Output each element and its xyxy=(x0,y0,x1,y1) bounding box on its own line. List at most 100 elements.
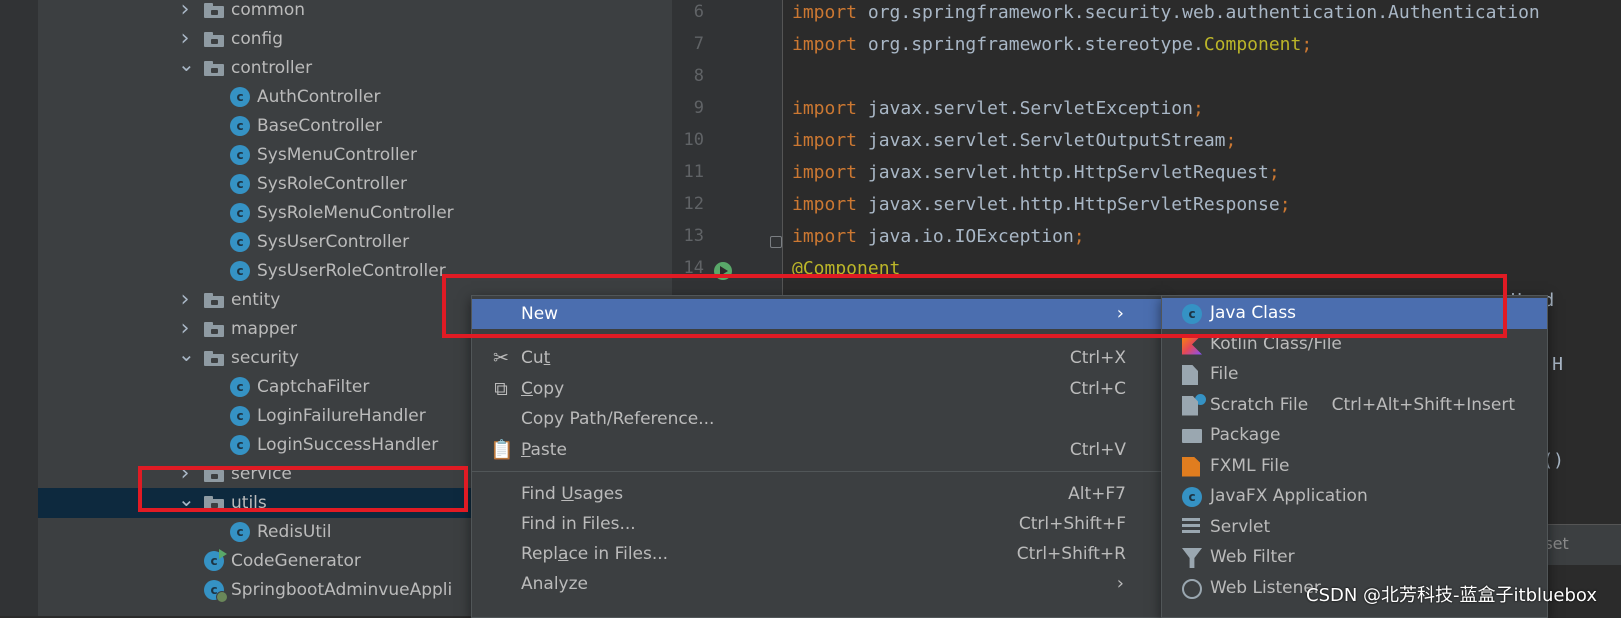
menu-item-find-in-files[interactable]: Find in Files... Ctrl+Shift+F xyxy=(472,509,1162,539)
submenu-item-kotlin-class-file[interactable]: Kotlin Class/File xyxy=(1162,329,1547,360)
menu-item-label: Copy xyxy=(521,374,564,404)
code-line: import javax.servlet.http.HttpServletRes… xyxy=(792,194,1291,215)
menu-item-label: Copy Path/Reference... xyxy=(521,404,714,434)
web-filter-icon xyxy=(1182,548,1202,568)
java-class-icon: c xyxy=(230,261,250,281)
tree-class-BaseController[interactable]: c BaseController xyxy=(0,111,672,141)
new-submenu: c Java Class Kotlin Class/File File Scratch … xyxy=(1161,295,1548,618)
java-class-icon: c xyxy=(230,406,250,426)
submenu-item-file[interactable]: File xyxy=(1162,359,1547,390)
label-part: ce in Files... xyxy=(568,544,669,564)
label-part: Analyze xyxy=(521,574,588,594)
label-part: sages xyxy=(573,484,624,504)
submenu-item-web-filter[interactable]: Web Filter xyxy=(1162,542,1547,573)
menu-separator xyxy=(472,334,1162,335)
menu-item-cut[interactable]: ✂ Cut Ctrl+X xyxy=(472,343,1162,373)
tree-item-label: SysUserRoleController xyxy=(257,261,446,281)
submenu-item-servlet[interactable]: Servlet xyxy=(1162,512,1547,543)
keyword-token: import xyxy=(792,226,858,247)
tree-folder-config[interactable]: › config xyxy=(0,24,672,54)
tree-class-SysUserRoleController[interactable]: c SysUserRoleController xyxy=(0,256,672,286)
chevron-down-icon[interactable]: ⌄ xyxy=(178,339,195,369)
submenu-item-label: Scratch File xyxy=(1210,394,1309,415)
java-class-icon: c xyxy=(1182,304,1202,324)
servlet-icon xyxy=(1182,517,1200,535)
tree-item-label: LoginSuccessHandler xyxy=(257,435,439,455)
tree-item-label: CodeGenerator xyxy=(231,551,361,571)
tree-folder-common[interactable]: › common xyxy=(0,0,672,25)
submenu-item-java-class[interactable]: c Java Class xyxy=(1162,298,1547,329)
chevron-down-icon[interactable]: ⌄ xyxy=(178,49,195,79)
folder-icon xyxy=(204,322,224,337)
tree-item-label: SysRoleMenuController xyxy=(257,203,454,223)
paste-icon: 📋 xyxy=(490,439,514,461)
submenu-arrow-icon: › xyxy=(1116,303,1124,324)
menu-item-label: Cut xyxy=(521,343,550,373)
menu-item-new[interactable]: New › xyxy=(472,299,1162,329)
class-token: Component xyxy=(1203,34,1302,55)
tree-class-SysRoleMenuController[interactable]: c SysRoleMenuController xyxy=(0,198,672,228)
folder-icon xyxy=(204,293,224,308)
line-number: 13 xyxy=(683,226,704,246)
java-class-icon: c xyxy=(230,435,250,455)
code-text: org.springframework.stereotype. xyxy=(867,34,1204,55)
label-part: Copy Path/Reference... xyxy=(521,409,715,429)
menu-item-find-usages[interactable]: Find Usages Alt+F7 xyxy=(472,479,1162,509)
file-icon xyxy=(1182,365,1198,385)
tree-class-SysRoleController[interactable]: c SysRoleController xyxy=(0,169,672,199)
fold-icon[interactable] xyxy=(770,236,782,248)
tree-item-label: BaseController xyxy=(257,116,383,136)
tree-item-label: SysMenuController xyxy=(257,145,418,165)
menu-item-paste[interactable]: 📋 Paste Ctrl+V xyxy=(472,435,1162,465)
menu-item-copy-path-reference[interactable]: Copy Path/Reference... xyxy=(472,404,1162,434)
tree-item-label: SpringbootAdminvueAppli xyxy=(231,580,453,600)
tree-item-label: mapper xyxy=(231,319,298,339)
menu-item-label: Replace in Files... xyxy=(521,539,668,569)
menu-item-copy[interactable]: ⧉ Copy Ctrl+C xyxy=(472,374,1162,404)
tree-item-label: security xyxy=(231,348,299,368)
semicolon-token: ; xyxy=(1225,130,1237,151)
run-gutter-icon[interactable] xyxy=(714,262,732,280)
tree-folder-controller[interactable]: ⌄ controller xyxy=(0,52,672,83)
folder-badge xyxy=(211,474,218,479)
code-text: javax.servlet.ServletOutputStream xyxy=(867,130,1226,151)
csdn-watermark: CSDN @北芳科技-蓝盒子itbluebox xyxy=(1306,585,1598,606)
keyword-token: import xyxy=(792,194,858,215)
menu-item-label: Find in Files... xyxy=(521,509,636,539)
tree-item-label: CaptchaFilter xyxy=(257,377,370,397)
java-class-icon: c xyxy=(230,203,250,223)
label-part: aste xyxy=(530,440,567,460)
label-part: Cu xyxy=(521,348,544,368)
java-class-icon: c xyxy=(230,232,250,252)
chevron-right-icon[interactable]: › xyxy=(178,0,192,25)
folder-icon xyxy=(204,32,224,47)
line-number: 6 xyxy=(693,2,704,22)
submenu-item-fxml-file[interactable]: FXML File xyxy=(1162,451,1547,482)
menu-shortcut: Alt+F7 xyxy=(1068,484,1126,504)
chevron-right-icon[interactable]: › xyxy=(178,285,192,315)
submenu-item-package[interactable]: Package xyxy=(1162,420,1547,451)
code-text: javax.servlet.ServletException xyxy=(867,98,1193,119)
semicolon-token: ; xyxy=(1301,34,1313,55)
java-class-icon: c xyxy=(230,377,250,397)
tree-class-SysMenuController[interactable]: c SysMenuController xyxy=(0,140,672,170)
chevron-down-icon[interactable]: ⌄ xyxy=(178,484,195,514)
label-part: opy xyxy=(532,379,565,399)
menu-shortcut: Ctrl+V xyxy=(1069,440,1126,460)
code-text: java.io.IOException xyxy=(867,226,1074,247)
menu-item-analyze[interactable]: Analyze › xyxy=(472,569,1162,599)
line-number: 9 xyxy=(693,98,704,118)
menu-shortcut: Ctrl+Alt+Shift+Insert xyxy=(1331,394,1515,415)
runnable-class-icon: c xyxy=(204,549,227,571)
code-line: import org.springframework.stereotype.Co… xyxy=(792,34,1312,55)
code-line: import org.springframework.security.web.… xyxy=(792,2,1540,23)
code-line: @Component xyxy=(792,258,900,279)
label-part: Find in Files... xyxy=(521,514,636,534)
mnemonic-letter: U xyxy=(561,484,574,504)
tree-class-SysUserController[interactable]: c SysUserController xyxy=(0,227,672,257)
tree-item-label: common xyxy=(231,0,306,20)
submenu-item-javafx-application[interactable]: c JavaFX Application xyxy=(1162,481,1547,512)
tree-class-AuthController[interactable]: c AuthController xyxy=(0,82,672,112)
menu-item-replace-in-files[interactable]: Replace in Files... Ctrl+Shift+R xyxy=(472,539,1162,569)
submenu-item-scratch-file[interactable]: Scratch File Ctrl+Alt+Shift+Insert xyxy=(1162,390,1547,421)
